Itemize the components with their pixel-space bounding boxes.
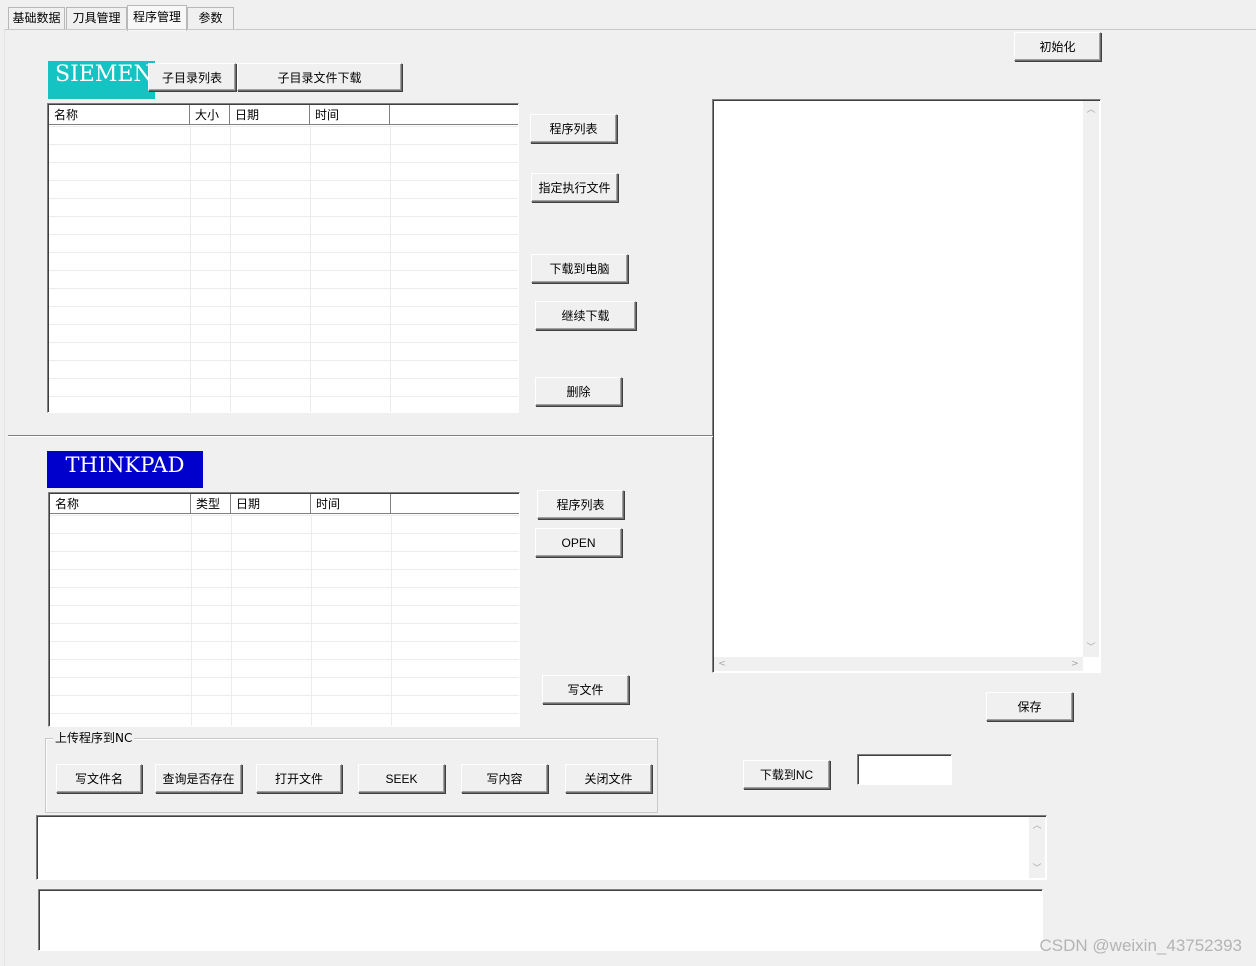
delete-button[interactable]: 删除: [535, 377, 622, 406]
scroll-up-icon[interactable]: ︿: [1029, 821, 1045, 831]
nc-input-field[interactable]: [857, 754, 952, 785]
thinkpad-list-body[interactable]: [50, 515, 519, 726]
tab-parameters[interactable]: 参数: [187, 7, 234, 29]
upload-group-label: 上传程序到NC: [53, 731, 135, 746]
thinkpad-logo: THINKPAD: [47, 451, 203, 488]
subdir-download-button[interactable]: 子目录文件下载: [237, 63, 402, 91]
grid-line: [230, 126, 231, 412]
scroll-down-icon[interactable]: ﹀: [1083, 643, 1099, 653]
write-content-button[interactable]: 写内容: [461, 764, 548, 793]
download-to-nc-button[interactable]: 下载到NC: [743, 760, 830, 789]
section-divider: [8, 435, 713, 437]
save-button[interactable]: 保存: [986, 692, 1073, 721]
open-button[interactable]: OPEN: [535, 528, 622, 557]
tab-basic-data[interactable]: 基础数据: [8, 7, 65, 29]
column-name[interactable]: 名称: [50, 494, 191, 514]
check-exists-button[interactable]: 查询是否存在: [155, 764, 242, 793]
tab-program-management[interactable]: 程序管理: [127, 5, 187, 31]
grid-line: [311, 515, 312, 726]
column-name[interactable]: 名称: [49, 105, 190, 125]
scroll-up-icon[interactable]: ︿: [1083, 105, 1099, 115]
close-file-button[interactable]: 关闭文件: [565, 764, 652, 793]
column-date[interactable]: 日期: [230, 105, 310, 125]
open-file-button[interactable]: 打开文件: [256, 764, 342, 793]
status-output[interactable]: [38, 889, 1043, 951]
scroll-left-icon[interactable]: <: [714, 659, 730, 669]
download-to-pc-button[interactable]: 下载到电脑: [531, 254, 628, 283]
write-file-button[interactable]: 写文件: [542, 675, 629, 704]
log-vertical-scrollbar[interactable]: ︿ ﹀: [1029, 817, 1045, 878]
siemens-list-header: 名称 大小 日期 时间: [49, 105, 518, 125]
continue-download-button[interactable]: 继续下载: [535, 301, 636, 330]
column-filler: [391, 494, 519, 514]
grid-line: [190, 126, 191, 412]
program-editor[interactable]: ︿ ﹀ < >: [712, 99, 1101, 673]
column-time[interactable]: 时间: [310, 105, 390, 125]
scroll-down-icon[interactable]: ﹀: [1029, 864, 1045, 874]
tab-strip: 基础数据 刀具管理 程序管理 参数: [0, 0, 1256, 31]
siemens-list-body[interactable]: [49, 126, 518, 412]
write-filename-button[interactable]: 写文件名: [56, 764, 142, 793]
siemens-logo: SIEMENS: [48, 61, 168, 99]
grid-line: [310, 126, 311, 412]
thinkpad-list-header: 名称 类型 日期 时间: [50, 494, 519, 514]
subdir-list-button[interactable]: 子目录列表: [148, 63, 236, 91]
grid-line: [191, 515, 192, 726]
column-time[interactable]: 时间: [311, 494, 391, 514]
column-size[interactable]: 大小: [190, 105, 230, 125]
column-type[interactable]: 类型: [191, 494, 231, 514]
thinkpad-program-list-button[interactable]: 程序列表: [537, 490, 624, 519]
log-output[interactable]: ︿ ﹀: [36, 815, 1047, 880]
seek-button[interactable]: SEEK: [358, 764, 445, 793]
thinkpad-file-list[interactable]: 名称 类型 日期 时间: [48, 492, 520, 727]
grid-line: [390, 126, 391, 412]
set-exec-file-button[interactable]: 指定执行文件: [531, 173, 618, 202]
editor-vertical-scrollbar[interactable]: ︿ ﹀: [1083, 101, 1099, 657]
watermark: CSDN @weixin_43752393: [1039, 936, 1242, 955]
grid-line: [391, 515, 392, 726]
scroll-right-icon[interactable]: >: [1067, 659, 1083, 669]
init-button[interactable]: 初始化: [1014, 32, 1101, 61]
column-filler: [390, 105, 518, 125]
tab-tool-management[interactable]: 刀具管理: [66, 7, 127, 29]
siemens-file-list[interactable]: 名称 大小 日期 时间: [47, 103, 519, 413]
editor-horizontal-scrollbar[interactable]: < >: [714, 657, 1083, 671]
column-date[interactable]: 日期: [231, 494, 311, 514]
siemens-program-list-button[interactable]: 程序列表: [530, 114, 617, 143]
grid-line: [231, 515, 232, 726]
